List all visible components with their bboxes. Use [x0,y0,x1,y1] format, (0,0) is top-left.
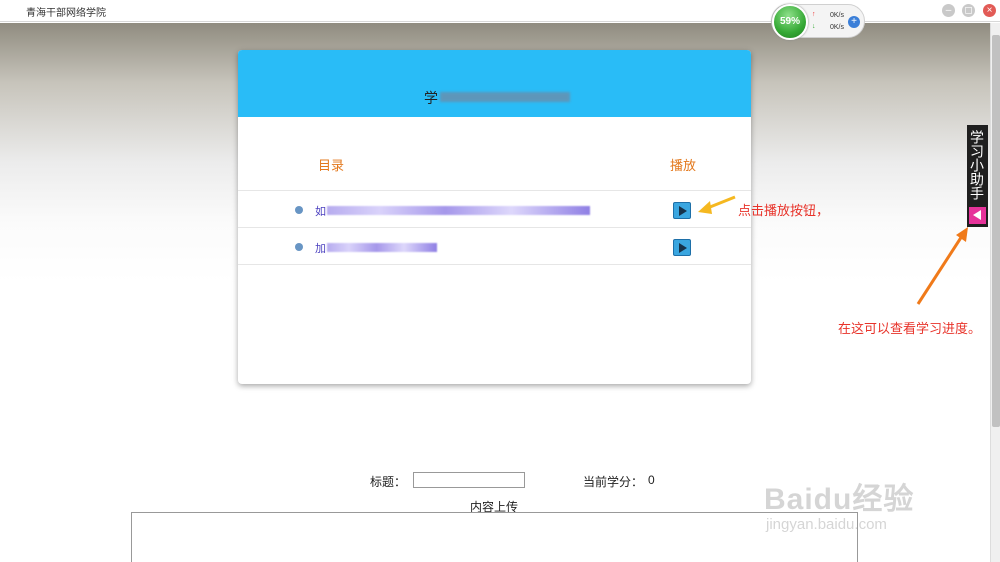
title-label: 标题： [370,475,407,489]
arrow-to-helper-icon [916,227,968,305]
watermark-logo-text: Baidu经验 [764,483,915,516]
content-upload-area[interactable] [131,512,858,562]
progress-hint-annotation: 在这可以查看学习进度。 [838,321,982,336]
study-helper-panel[interactable]: 学习小助手 [967,125,988,227]
watermark-url: jingyan.baidu.com [766,516,887,533]
play-hint-annotation: 点击播放按钮， [738,203,830,218]
arrow-to-play-icon [698,195,736,214]
title-input[interactable] [413,472,525,488]
credit-value: 0 [648,473,655,487]
left-triangle-icon[interactable] [969,207,986,224]
baidu-watermark: Baidu经验 jingyan.baidu.com [762,466,962,546]
credit-label: 当前学分： [583,475,644,489]
study-helper-label[interactable]: 学习小助手 [969,130,985,200]
